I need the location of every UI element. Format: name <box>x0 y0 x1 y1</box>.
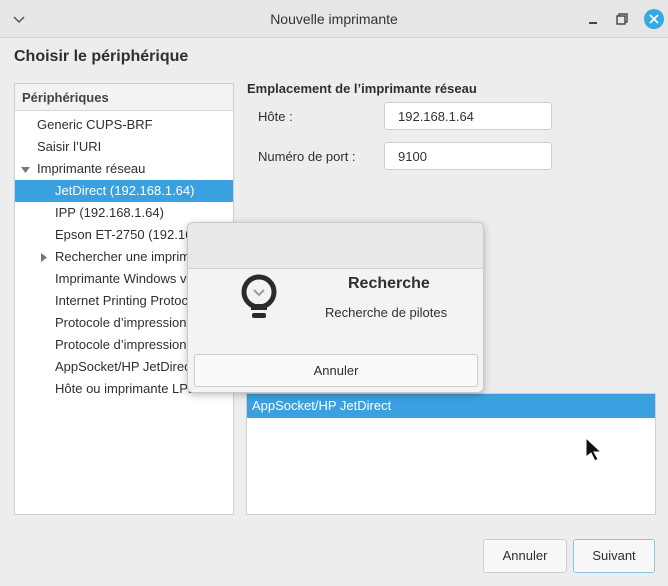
tree-item[interactable]: Imprimante réseau <box>15 158 233 180</box>
tree-item-label: IPP (192.168.1.64) <box>55 205 164 220</box>
new-printer-window: Nouvelle imprimante Choisir le périphéri… <box>0 0 668 586</box>
host-input[interactable]: 192.168.1.64 <box>384 102 552 130</box>
tree-item[interactable]: Saisir l’URI <box>15 136 233 158</box>
tree-item-label: Hôte ou imprimante LPD <box>55 381 198 396</box>
location-title: Emplacement de l’imprimante réseau <box>247 81 477 96</box>
close-button[interactable] <box>644 9 664 29</box>
search-dialog: Recherche Recherche de pilotes Annuler <box>187 222 484 393</box>
dialog-title: Recherche <box>348 275 430 292</box>
tree-item[interactable]: IPP (192.168.1.64) <box>15 202 233 224</box>
minimize-icon[interactable] <box>584 10 602 28</box>
expander-right-icon[interactable] <box>39 253 48 262</box>
expander-down-icon[interactable] <box>21 165 30 174</box>
tree-item-label: Generic CUPS-BRF <box>37 117 153 132</box>
tree-item-label: Saisir l’URI <box>37 139 102 154</box>
devices-header[interactable]: Périphériques <box>15 84 233 111</box>
next-button[interactable]: Suivant <box>573 539 655 573</box>
tree-item[interactable]: JetDirect (192.168.1.64) <box>15 180 233 202</box>
port-input[interactable]: 9100 <box>384 142 552 170</box>
dialog-header <box>188 223 483 269</box>
dialog-cancel-button[interactable]: Annuler <box>194 354 478 387</box>
host-label: Hôte : <box>258 109 293 124</box>
title-bar: Nouvelle imprimante <box>0 0 668 38</box>
maximize-icon[interactable] <box>613 10 631 28</box>
tree-item[interactable]: Generic CUPS-BRF <box>15 114 233 136</box>
port-label: Numéro de port : <box>258 149 356 164</box>
list-item[interactable]: AppSocket/HP JetDirect <box>247 394 655 418</box>
dialog-message: Recherche de pilotes <box>325 305 448 320</box>
page-title: Choisir le périphérique <box>14 48 189 65</box>
mouse-cursor-icon <box>585 437 603 462</box>
tree-item-label: JetDirect (192.168.1.64) <box>55 183 195 198</box>
tree-item-label: AppSocket/HP JetDirect <box>55 359 195 374</box>
tree-item-label: Imprimante réseau <box>37 161 146 176</box>
close-icon <box>649 14 659 24</box>
window-title: Nouvelle imprimante <box>270 11 398 27</box>
cancel-button[interactable]: Annuler <box>483 539 567 573</box>
